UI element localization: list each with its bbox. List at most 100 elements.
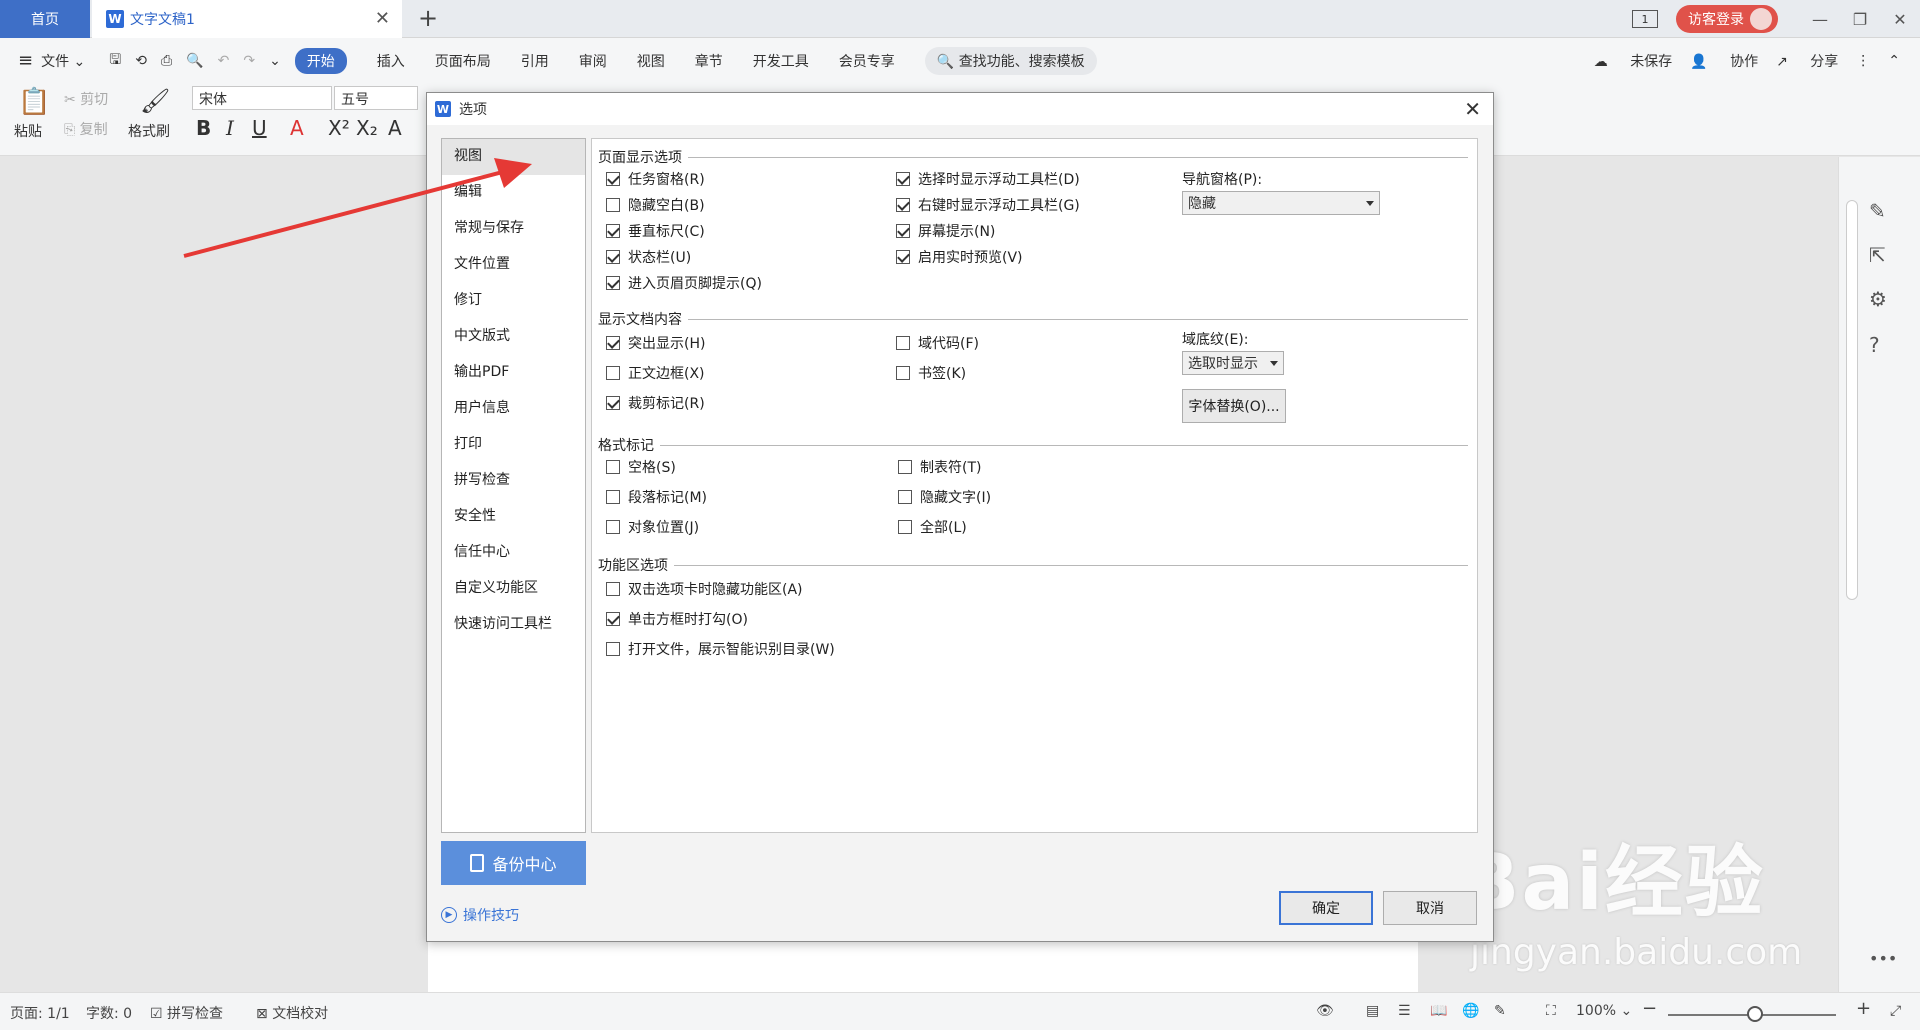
search-input[interactable]: 🔍 查找功能、搜索模板: [924, 46, 1097, 75]
menu-insert[interactable]: 插入: [377, 51, 405, 71]
edit-pen-icon[interactable]: ✎: [1869, 199, 1886, 223]
more-dots-icon[interactable]: •••: [1869, 949, 1897, 968]
restore-icon[interactable]: ❐: [1840, 10, 1880, 29]
quick-access-dropdown-icon[interactable]: ⌄: [269, 53, 281, 69]
zoom-level[interactable]: 100% ⌄: [1576, 1003, 1632, 1019]
print-icon[interactable]: ⎙: [161, 53, 172, 69]
paste-icon[interactable]: 📋: [18, 87, 50, 117]
checkbox-dblclick-hide-ribbon[interactable]: 双击选项卡时隐藏功能区(A): [606, 579, 803, 599]
new-tab-button[interactable]: +: [418, 4, 438, 32]
font-size-select[interactable]: 五号: [334, 86, 418, 110]
menu-file[interactable]: 文件 ⌄: [41, 51, 85, 71]
format-painter-button[interactable]: 格式刷: [128, 121, 170, 141]
save-icon[interactable]: 🖫: [109, 49, 121, 73]
checkbox-spaces[interactable]: 空格(S): [606, 457, 676, 477]
checkbox-screen-tips[interactable]: 屏幕提示(N): [896, 221, 995, 241]
checkbox-paragraph-marks[interactable]: 段落标记(M): [606, 487, 707, 507]
page-count-badge[interactable]: 1: [1632, 10, 1658, 28]
checkbox-field-codes[interactable]: 域代码(F): [896, 333, 979, 353]
select-cursor-icon[interactable]: ⇱: [1869, 243, 1886, 267]
tab-home[interactable]: 首页: [0, 0, 90, 38]
nav-item-print[interactable]: 打印: [442, 427, 585, 463]
visitor-login-button[interactable]: 访客登录: [1676, 5, 1778, 33]
bold-icon[interactable]: B: [196, 116, 211, 140]
menu-page-layout[interactable]: 页面布局: [435, 51, 491, 71]
zoom-out-icon[interactable]: −: [1642, 998, 1657, 1019]
menu-chapter[interactable]: 章节: [695, 51, 723, 71]
page-view-icon[interactable]: ▤: [1366, 1003, 1379, 1019]
checkbox-vertical-ruler[interactable]: 垂直标尺(C): [606, 221, 705, 241]
checkbox-highlight[interactable]: 突出显示(H): [606, 333, 705, 353]
menu-references[interactable]: 引用: [521, 51, 549, 71]
reading-view-icon[interactable]: 📖: [1430, 1003, 1447, 1019]
nav-item-export-pdf[interactable]: 输出PDF: [442, 355, 585, 391]
collapse-ribbon-icon[interactable]: ⌃: [1888, 53, 1900, 69]
superscript-icon[interactable]: X²: [328, 116, 350, 140]
checkbox-float-toolbar-select[interactable]: 选择时显示浮动工具栏(D): [896, 169, 1080, 189]
nav-item-file-location[interactable]: 文件位置: [442, 247, 585, 283]
checkbox-status-bar[interactable]: 状态栏(U): [606, 247, 691, 267]
zoom-slider-handle[interactable]: [1747, 1006, 1763, 1022]
dialog-close-icon[interactable]: ✕: [1464, 97, 1481, 121]
close-window-icon[interactable]: ✕: [1880, 10, 1920, 29]
nav-pane-select[interactable]: 隐藏: [1182, 191, 1380, 215]
menu-icon[interactable]: ≡: [18, 50, 33, 71]
collaborate-button[interactable]: 👤 协作: [1690, 51, 1758, 71]
checkbox-crop-marks[interactable]: 裁剪标记(R): [606, 393, 705, 413]
checkbox-task-pane[interactable]: 任务窗格(R): [606, 169, 705, 189]
redo-icon[interactable]: ↷: [243, 53, 255, 69]
share-button[interactable]: ↗ 分享: [1776, 51, 1838, 71]
checkbox-tab-chars[interactable]: 制表符(T): [898, 457, 981, 477]
unsaved-status[interactable]: ☁ 未保存: [1594, 51, 1672, 71]
backup-center-button[interactable]: 备份中心: [441, 841, 586, 885]
nav-item-view[interactable]: 视图: [442, 139, 585, 175]
checkbox-text-boundaries[interactable]: 正文边框(X): [606, 363, 705, 383]
nav-item-security[interactable]: 安全性: [442, 499, 585, 535]
help-icon[interactable]: ?: [1869, 333, 1880, 357]
italic-icon[interactable]: I: [226, 116, 234, 140]
cut-button[interactable]: ✂ 剪切: [64, 89, 108, 109]
ok-button[interactable]: 确定: [1279, 891, 1373, 925]
word-count[interactable]: 字数: 0: [86, 1003, 132, 1023]
subscript-icon[interactable]: X₂: [356, 116, 378, 140]
menu-view[interactable]: 视图: [637, 51, 665, 71]
eye-protect-icon[interactable]: 👁: [1316, 1003, 1334, 1019]
checkbox-float-toolbar-rightclick[interactable]: 右键时显示浮动工具栏(G): [896, 195, 1080, 215]
nav-item-spell-check[interactable]: 拼写检查: [442, 463, 585, 499]
undo-icon[interactable]: ↶: [218, 53, 230, 69]
underline-icon[interactable]: U: [252, 116, 267, 140]
doc-proofread-toggle[interactable]: ⊠ 文档校对: [256, 1003, 328, 1023]
more-icon[interactable]: ⋮: [1856, 53, 1870, 69]
write-view-icon[interactable]: ✎: [1494, 1003, 1506, 1019]
nav-item-general-save[interactable]: 常规与保存: [442, 211, 585, 247]
format-painter-icon[interactable]: 🖌: [140, 87, 170, 115]
checkbox-click-to-check[interactable]: 单击方框时打勾(O): [606, 609, 748, 629]
checkbox-hidden-text[interactable]: 隐藏文字(I): [898, 487, 991, 507]
spell-check-toggle[interactable]: ☑ 拼写检查: [150, 1003, 223, 1023]
menu-member[interactable]: 会员专享: [839, 51, 895, 71]
nav-item-revision[interactable]: 修订: [442, 283, 585, 319]
checkbox-bookmarks[interactable]: 书签(K): [896, 363, 966, 383]
tab-document[interactable]: W 文字文稿1 ✕: [92, 0, 402, 38]
font-substitution-button[interactable]: 字体替换(O)...: [1182, 389, 1286, 423]
checkbox-hide-blank[interactable]: 隐藏空白(B): [606, 195, 705, 215]
print-preview-icon[interactable]: 🔍: [186, 53, 203, 69]
tips-link[interactable]: ▶ 操作技巧: [441, 905, 519, 925]
zoom-in-icon[interactable]: +: [1856, 998, 1871, 1019]
fullscreen-icon[interactable]: ⤢: [1890, 1003, 1901, 1019]
close-tab-icon[interactable]: ✕: [375, 8, 390, 29]
web-view-icon[interactable]: 🌐: [1462, 1003, 1479, 1019]
copy-button[interactable]: ⎘ 复制: [64, 119, 108, 139]
settings-sliders-icon[interactable]: ⚙: [1869, 287, 1887, 311]
font-name-select[interactable]: 宋体: [192, 86, 332, 110]
fit-page-icon[interactable]: ⛶: [1546, 1003, 1556, 1019]
text-effect-icon[interactable]: A: [388, 116, 402, 140]
page-indicator[interactable]: 页面: 1/1: [10, 1003, 70, 1023]
checkbox-header-footer-tip[interactable]: 进入页眉页脚提示(Q): [606, 273, 762, 293]
paste-button[interactable]: 粘贴: [14, 121, 42, 141]
nav-item-chinese-layout[interactable]: 中文版式: [442, 319, 585, 355]
nav-item-quick-access-toolbar[interactable]: 快速访问工具栏: [442, 607, 585, 643]
checkbox-live-preview[interactable]: 启用实时预览(V): [896, 247, 1023, 267]
checkbox-object-anchors[interactable]: 对象位置(J): [606, 517, 699, 537]
menu-developer[interactable]: 开发工具: [753, 51, 809, 71]
